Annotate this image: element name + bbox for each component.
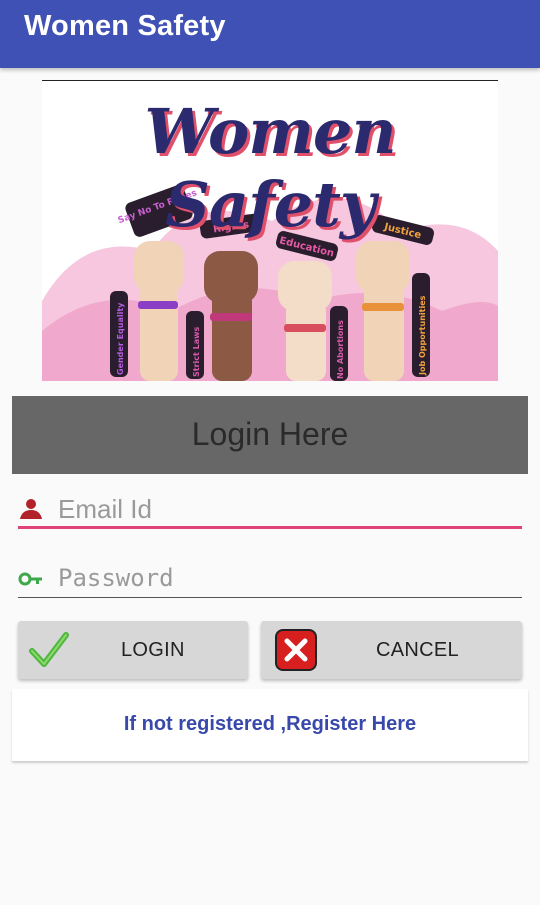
email-input[interactable] <box>58 491 518 527</box>
login-button[interactable]: LOGIN <box>18 621 248 679</box>
sign-no-abortions: No Abortions <box>336 320 345 379</box>
login-header-text: Login Here <box>191 416 349 452</box>
checkmark-icon <box>28 629 70 671</box>
email-field <box>18 489 522 529</box>
banner-title: Women Safety <box>144 95 396 241</box>
password-field <box>18 558 522 598</box>
register-card: If not registered ,Register Here <box>12 689 528 761</box>
sign-gender-equality: Gender Equality <box>116 302 125 375</box>
sign-strict-laws: Strict Laws <box>192 326 201 377</box>
login-header: Login Here <box>12 396 528 474</box>
app-bar: Women Safety <box>0 0 540 68</box>
person-icon <box>18 497 44 521</box>
banner-image: Say No To Rapes Rights Education Justice… <box>42 80 498 381</box>
close-icon <box>275 629 317 671</box>
login-button-label: LOGIN <box>121 639 185 661</box>
sign-job-opportunities: Job Opportunities <box>418 295 427 376</box>
cancel-button-label: CANCEL <box>376 639 459 661</box>
key-icon <box>18 566 44 590</box>
app-title: Women Safety <box>24 10 226 42</box>
register-link[interactable]: If not registered ,Register Here <box>12 713 528 736</box>
cancel-button[interactable]: CANCEL <box>261 621 522 679</box>
password-input[interactable] <box>58 560 518 596</box>
